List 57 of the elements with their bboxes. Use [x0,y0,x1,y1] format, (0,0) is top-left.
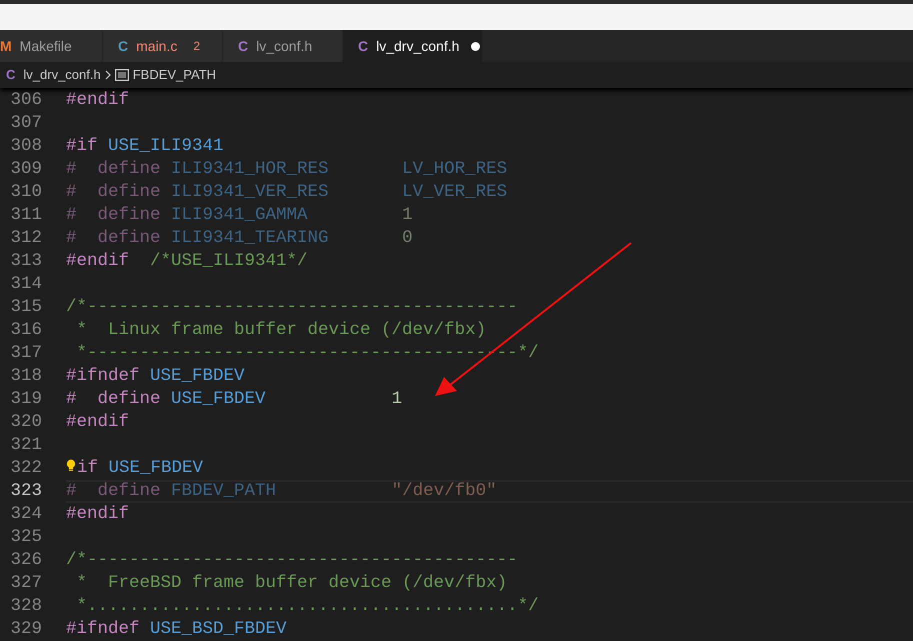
line-number: 313 [9,250,42,274]
editor-tab[interactable]: C lv_conf.h [223,30,343,62]
line-number: 323 [9,480,42,504]
code-line: # define USE_FBDEV 1 [66,388,402,412]
file-type-icon: C [238,36,248,56]
file-type-icon: C [358,36,368,56]
code-line: #endif [66,503,130,526]
line-number: 306 [9,89,42,112]
code-line: if USE_FBDEV [77,457,204,480]
line-number: 315 [9,296,42,320]
code-line: #endif [66,89,130,112]
line-number: 318 [9,365,42,388]
code-line: #endif [66,411,130,434]
symbol-icon [114,69,129,81]
code-line: # define ILI9341_HOR_RES LV_HOR_RES [66,158,508,182]
line-number: 321 [9,434,42,458]
line-number: 327 [9,572,42,596]
code-line: #ifndef USE_FBDEV [66,365,245,388]
line-number: 310 [9,181,42,204]
line-number: 319 [9,388,42,412]
code-line: /*----------------------------------------- [66,549,518,572]
file-type-icon: M [0,36,12,56]
editor-tab[interactable]: M Makefile [0,30,103,62]
code-line: # define FBDEV_PATH "/dev/fb0" [66,480,497,504]
line-number: 316 [9,319,42,342]
line-number: 329 [9,618,42,641]
file-type-icon: C [118,36,128,56]
code-line: # define ILI9341_TEARING 0 [66,227,413,250]
code-line: *.........................................*/ [76,595,539,618]
line-number: 322 [9,457,42,480]
file-type-icon: C [6,65,16,85]
line-number: 328 [9,595,42,618]
breadcrumb-item[interactable]: lv_drv_conf.h [23,65,101,85]
line-number: 312 [9,227,42,250]
code-line: # define ILI9341_VER_RES LV_VER_RES [66,181,508,204]
code-line: # define ILI9341_GAMMA 1 [66,204,413,228]
code-line: #endif /*USE_ILI9341*/ [66,250,308,274]
code-line: * Linux frame buffer device (/dev/fbx) [76,319,486,342]
code-line: #ifndef USE_BSD_FBDEV [66,618,287,641]
line-number: 320 [9,411,42,434]
line-number: 325 [9,526,42,550]
line-number: 314 [9,273,42,296]
editor-tab[interactable]: C main.c 2 [103,30,223,62]
line-number: 326 [9,549,42,572]
chevron-right-icon [104,70,111,80]
line-number: 308 [9,135,42,158]
lightbulb-icon[interactable] [66,458,76,473]
line-number: 311 [9,204,42,228]
editor-tab[interactable]: C lv_drv_conf.h [343,30,483,62]
line-number: 309 [9,158,42,182]
line-number: 317 [9,342,42,366]
code-line: /*----------------------------------------- [66,296,518,320]
code-line: #if USE_ILI9341 [66,135,224,158]
breadcrumb-item[interactable]: FBDEV_PATH [132,65,216,85]
code-line: * FreeBSD frame buffer device (/dev/fbx) [76,572,508,596]
line-number: 307 [9,112,42,136]
line-number: 324 [9,503,42,526]
